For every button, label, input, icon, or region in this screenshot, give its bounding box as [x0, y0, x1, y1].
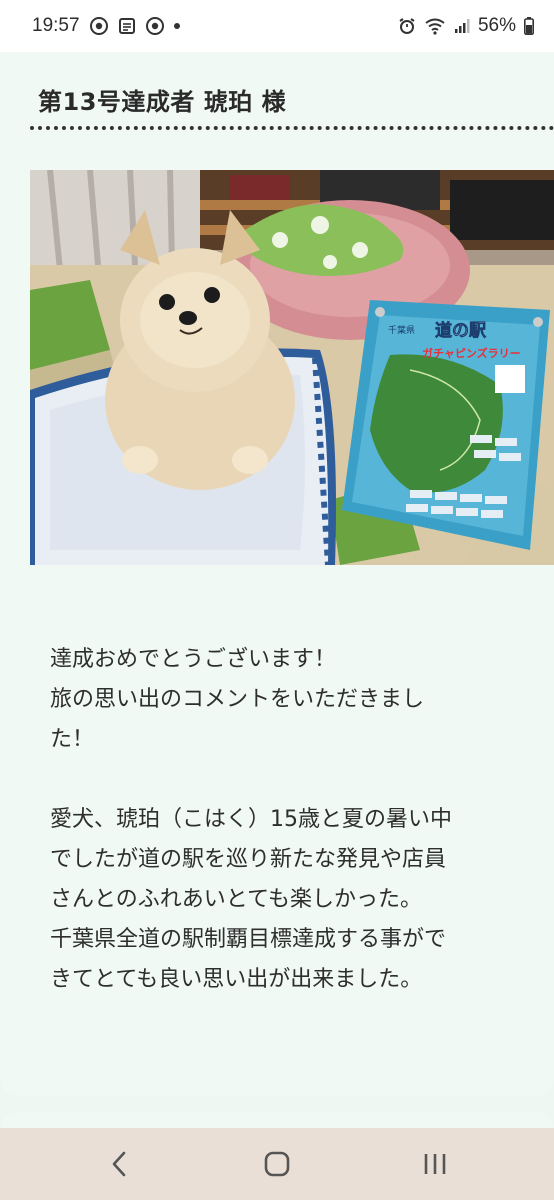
sign-subheading: ガチャピンズラリー	[422, 346, 521, 360]
message-line: た！	[50, 727, 95, 752]
system-nav-bar	[0, 1128, 554, 1200]
back-button[interactable]	[79, 1134, 159, 1194]
status-bar: 19:57 56%	[0, 0, 554, 52]
sign-prefecture: 千葉県	[388, 324, 415, 336]
battery-icon	[524, 17, 534, 35]
article-photo: 千葉県 道の駅 ガチャピンズラリー	[30, 170, 554, 565]
sign-heading: 道の駅	[435, 320, 487, 341]
home-icon	[263, 1150, 291, 1178]
status-right: 56%	[398, 15, 534, 37]
recents-button[interactable]	[395, 1134, 475, 1194]
message-line: 達成おめでとうございます！	[50, 647, 337, 672]
message-line: でしたが道の駅を巡り新たな発見や店員	[50, 847, 447, 872]
message-line: 愛犬、琥珀（こはく）15歳と夏の暑い中	[50, 807, 452, 832]
stamp-rally-sheet: 千葉県 道の駅 ガチャピンズラリー	[342, 300, 550, 550]
recents-icon	[421, 1151, 449, 1177]
chrome-icon	[89, 17, 108, 35]
battery-percent: 56%	[477, 15, 516, 36]
message-line: 旅の思い出のコメントをいただきまし	[50, 687, 425, 712]
signal-icon	[454, 18, 470, 34]
alarm-icon	[398, 17, 416, 35]
home-button[interactable]	[237, 1134, 317, 1194]
message-line: さんとのふれあいとても楽しかった。	[50, 887, 423, 912]
message-line: 千葉県全道の駅制覇目標達成する事がで	[50, 927, 447, 952]
chrome-icon	[145, 17, 164, 35]
news-app-icon	[118, 17, 136, 35]
message-line: きてとても良い思い出が出来ました。	[50, 967, 423, 992]
notification-dot	[173, 23, 180, 29]
title-divider	[30, 126, 554, 130]
wifi-icon	[424, 17, 446, 35]
clock: 19:57	[32, 15, 80, 36]
page-title: 第13号達成者 琥珀 様	[38, 88, 287, 116]
status-left: 19:57	[32, 15, 180, 37]
back-icon	[109, 1150, 129, 1178]
message-body: 達成おめでとうございます！ 旅の思い出のコメントをいただきまし た！ 愛犬、琥珀…	[50, 640, 530, 1000]
